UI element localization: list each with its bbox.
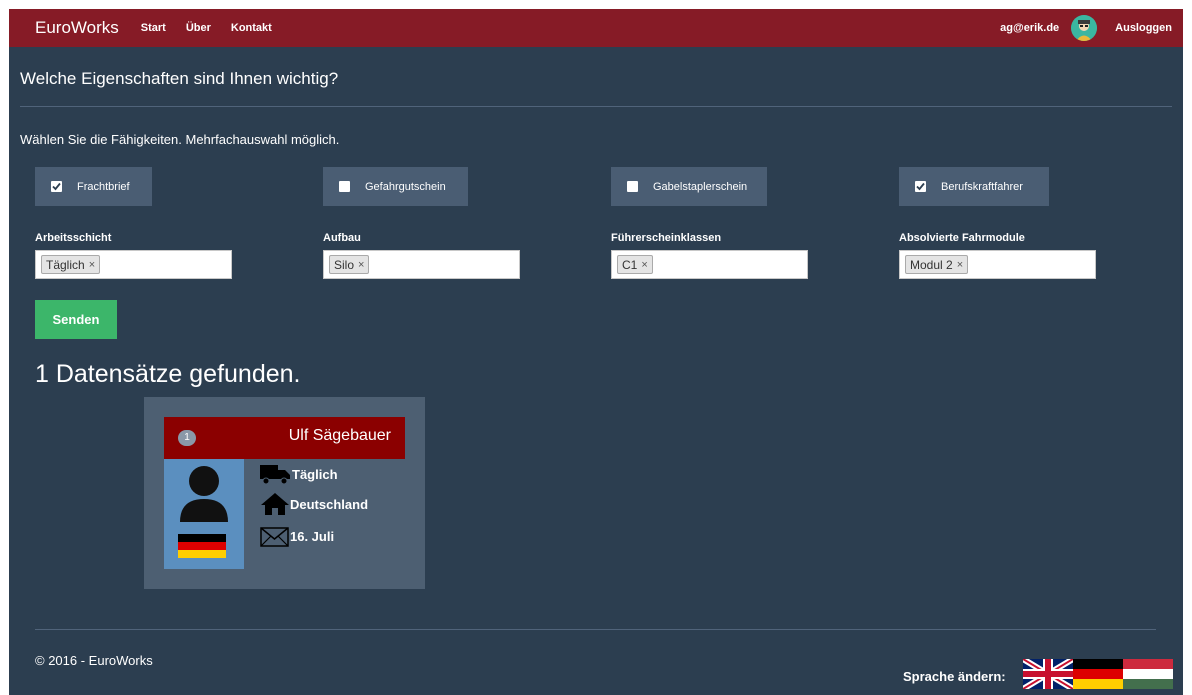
avatar-icon[interactable] xyxy=(1071,15,1098,41)
skill-label: Frachtbrief xyxy=(77,180,130,193)
skill-label: Gefahrgutschein xyxy=(365,180,446,193)
navbar: EuroWorks Start Über Kontakt ag@erik.de … xyxy=(9,9,1183,47)
page: EuroWorks Start Über Kontakt ag@erik.de … xyxy=(9,9,1183,695)
checkbox-checked-icon[interactable] xyxy=(51,181,62,192)
german-flag-icon[interactable] xyxy=(1073,659,1123,689)
checkbox-unchecked-icon[interactable] xyxy=(339,181,350,192)
uk-flag-icon[interactable] xyxy=(1023,659,1073,689)
tag-label: Täglich xyxy=(46,257,85,272)
tag-label: Modul 2 xyxy=(910,257,953,272)
tag-label: C1 xyxy=(622,257,638,272)
subtitle: Wählen Sie die Fähigkeiten. Mehrfachausw… xyxy=(20,132,340,147)
info-country: Deutschland xyxy=(260,491,368,517)
nav-link-ueber[interactable]: Über xyxy=(186,22,211,34)
result-card[interactable]: 1 Ulf Sägebauer Täglich Deutschland 16. … xyxy=(144,397,425,589)
info-date: 16. Juli xyxy=(260,523,334,549)
remove-tag-icon[interactable]: × xyxy=(957,259,963,271)
skill-toggle-frachtbrief[interactable]: Frachtbrief xyxy=(35,167,152,206)
result-index-badge: 1 xyxy=(178,430,196,446)
logout-link[interactable]: Ausloggen xyxy=(1115,22,1172,34)
language-label: Sprache ändern: xyxy=(903,669,1006,684)
hungarian-flag-icon[interactable] xyxy=(1123,659,1173,689)
candidate-name[interactable]: Ulf Sägebauer xyxy=(289,427,391,445)
send-button[interactable]: Senden xyxy=(35,300,117,339)
date-value: 16. Juli xyxy=(290,528,335,544)
remove-tag-icon[interactable]: × xyxy=(89,259,95,271)
filter-label-fahrmodule: Absolvierte Fahrmodule xyxy=(899,232,1025,244)
filter-input-arbeitsschicht[interactable]: Täglich × xyxy=(35,250,232,279)
filter-input-fahrmodule[interactable]: Modul 2 × xyxy=(899,250,1096,279)
person-icon xyxy=(178,466,228,558)
nav-link-start[interactable]: Start xyxy=(141,22,166,34)
card-header: 1 Ulf Sägebauer xyxy=(164,417,405,459)
truck-icon xyxy=(260,465,290,485)
checkbox-unchecked-icon[interactable] xyxy=(627,181,638,192)
skill-toggle-gefahrgutschein[interactable]: Gefahrgutschein xyxy=(323,167,468,206)
copyright: © 2016 - EuroWorks xyxy=(35,653,153,668)
divider xyxy=(20,106,1172,107)
remove-tag-icon[interactable]: × xyxy=(358,259,364,271)
remove-tag-icon[interactable]: × xyxy=(641,259,647,271)
skill-toggle-gabelstaplerschein[interactable]: Gabelstaplerschein xyxy=(611,167,767,206)
brand-link[interactable]: EuroWorks xyxy=(35,18,119,38)
filter-label-aufbau: Aufbau xyxy=(323,232,361,244)
skill-label: Gabelstaplerschein xyxy=(653,180,748,193)
shift-value: Täglich xyxy=(292,466,338,482)
filter-input-aufbau[interactable]: Silo × xyxy=(323,250,520,279)
envelope-icon xyxy=(260,527,289,547)
home-icon xyxy=(261,493,289,515)
page-title: Welche Eigenschaften sind Ihnen wichtig? xyxy=(20,69,339,88)
checkbox-checked-icon[interactable] xyxy=(915,181,926,192)
selected-tag: Silo × xyxy=(329,255,370,274)
selected-tag: C1 × xyxy=(617,255,653,274)
avatar xyxy=(164,459,244,569)
nav-right: ag@erik.de Ausloggen xyxy=(1000,15,1183,41)
filter-input-fuehrerscheinklassen[interactable]: C1 × xyxy=(611,250,808,279)
user-email-link[interactable]: ag@erik.de xyxy=(1000,22,1059,34)
skill-label: Berufskraftfahrer xyxy=(941,180,1023,193)
filter-label-arbeitsschicht: Arbeitsschicht xyxy=(35,232,112,244)
tag-label: Silo xyxy=(334,257,355,272)
results-count: 1 Datensätze gefunden. xyxy=(35,360,301,388)
selected-tag: Täglich × xyxy=(41,255,101,274)
skill-toggle-berufskraftfahrer[interactable]: Berufskraftfahrer xyxy=(899,167,1049,206)
footer-divider xyxy=(35,629,1156,630)
selected-tag: Modul 2 × xyxy=(905,255,969,274)
info-shift: Täglich xyxy=(260,461,338,487)
nav-link-kontakt[interactable]: Kontakt xyxy=(231,22,272,34)
country-value: Deutschland xyxy=(290,496,369,512)
filter-label-fuehrerscheinklassen: Führerscheinklassen xyxy=(611,232,722,244)
